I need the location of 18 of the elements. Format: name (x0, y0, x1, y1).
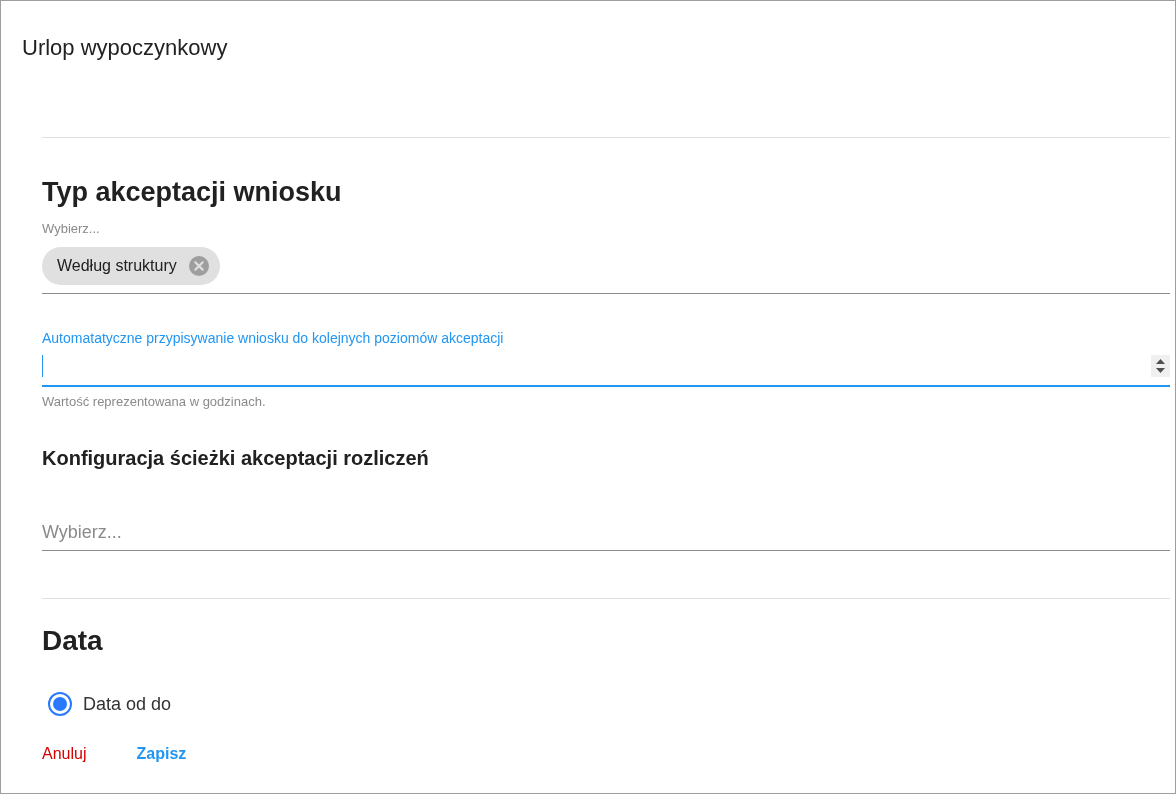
radio-button[interactable] (48, 692, 72, 716)
save-button[interactable]: Zapisz (136, 744, 187, 764)
section-heading: Typ akceptacji wniosku (42, 176, 342, 209)
dialog-title: Urlop wypoczynkowy (22, 34, 228, 62)
section-heading: Konfiguracja ścieżki akceptacji rozliczeń (42, 446, 429, 471)
number-input-field[interactable] (42, 355, 1170, 387)
cancel-button[interactable]: Anuluj (42, 744, 87, 764)
field-label: Automatatyczne przypisywanie wniosku do kolejnych poziomów akceptacji (42, 329, 504, 347)
select-field[interactable]: Wybierz... (42, 520, 1170, 551)
stepper-arrows-icon[interactable] (1151, 355, 1170, 377)
radio-label: Data od do (83, 693, 172, 716)
close-circle-icon[interactable] (188, 256, 209, 276)
chip-label: Według struktury (57, 256, 177, 276)
field-label: Wybierz... (42, 221, 100, 237)
text-cursor-icon (42, 355, 43, 377)
select-field[interactable]: Wybierz... Według struktury (42, 221, 1170, 294)
section-heading: Data (42, 624, 103, 658)
helper-text: Wartość reprezentowana w godzinach. (42, 394, 266, 410)
